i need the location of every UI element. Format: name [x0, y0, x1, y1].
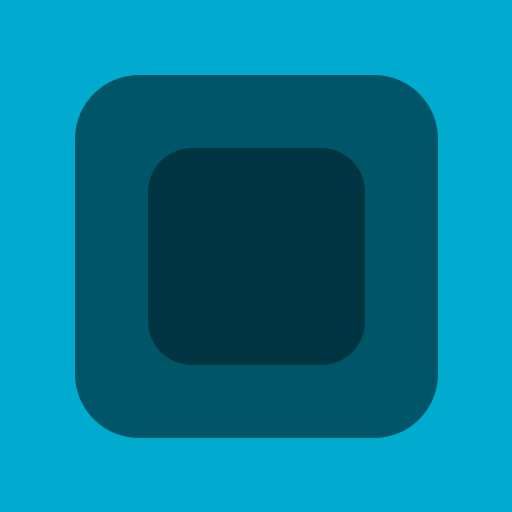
app-icon-canvas	[0, 0, 512, 512]
inner-rounded-square	[148, 148, 365, 365]
outer-rounded-square	[75, 75, 438, 438]
